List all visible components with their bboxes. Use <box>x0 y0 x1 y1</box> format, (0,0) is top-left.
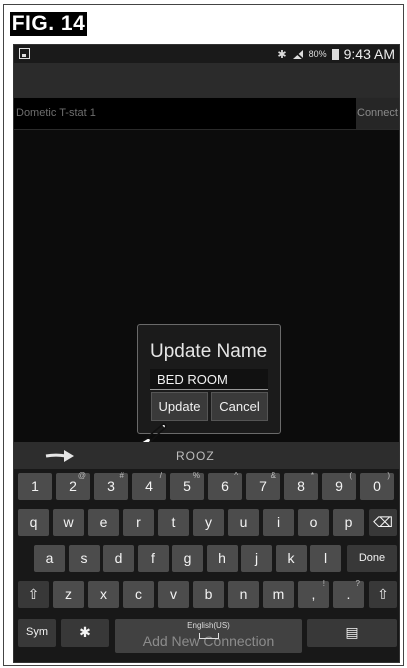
battery-percent: 80% <box>308 49 327 59</box>
app-bar <box>14 63 399 97</box>
key-j[interactable]: j <box>241 545 272 572</box>
figure-label: FIG. 14 <box>10 12 87 36</box>
device-name: Dometic T-stat 1 <box>16 107 96 119</box>
key-u[interactable]: u <box>228 509 259 536</box>
key-period[interactable]: .? <box>333 579 364 608</box>
key-5[interactable]: 5% <box>170 471 204 500</box>
key-p[interactable]: p <box>333 509 364 536</box>
key-k[interactable]: k <box>275 545 307 572</box>
clipboard-key[interactable]: ▤ <box>307 619 397 647</box>
key-y[interactable]: y <box>193 509 224 536</box>
space-key[interactable]: English(US) Add New Connection <box>115 619 302 653</box>
key-2[interactable]: 2 @ <box>56 471 90 500</box>
space-language: English(US) <box>187 621 230 630</box>
key-r[interactable]: r <box>123 509 154 536</box>
shift-icon: ⇧ <box>27 586 40 602</box>
battery-icon <box>331 48 339 60</box>
key-4[interactable]: 4/ <box>132 471 166 500</box>
key-m[interactable]: m <box>263 581 294 608</box>
key-1[interactable]: 1 <box>18 473 52 500</box>
key-s[interactable]: s <box>68 545 100 572</box>
status-bar-right: ✱ 80% 9:43 AM <box>277 46 395 62</box>
key-i[interactable]: i <box>263 509 294 536</box>
key-6[interactable]: 6 ^ <box>208 471 242 500</box>
device-list-row[interactable]: Dometic T-stat 1 Connect <box>14 97 399 130</box>
key-c[interactable]: c <box>123 581 154 608</box>
key-0[interactable]: 0) <box>360 471 394 500</box>
signal-muted-icon <box>292 48 304 60</box>
key-comma[interactable]: ,! <box>298 579 329 608</box>
key-l[interactable]: l <box>310 545 341 572</box>
name-input[interactable]: BED ROOM <box>150 369 268 390</box>
key-n[interactable]: n <box>228 581 259 608</box>
backspace-key[interactable]: ⌫ <box>369 509 397 536</box>
cancel-button[interactable]: Cancel <box>211 392 268 421</box>
settings-key[interactable]: ✱ <box>61 619 109 647</box>
key-h[interactable]: h <box>206 545 238 572</box>
key-d[interactable]: d <box>103 545 134 572</box>
key-x[interactable]: x <box>88 581 119 608</box>
key-g[interactable]: g <box>172 545 203 572</box>
key-z[interactable]: z <box>53 581 84 608</box>
key-t[interactable]: t <box>158 509 189 536</box>
shift-left-key[interactable]: ⇧ <box>18 581 49 608</box>
bluetooth-icon: ✱ <box>277 48 287 61</box>
done-key[interactable]: Done <box>347 545 397 572</box>
key-b[interactable]: b <box>193 581 224 608</box>
key-f[interactable]: f <box>137 545 169 572</box>
key-8[interactable]: 8 * <box>284 471 318 500</box>
connect-button[interactable]: Connect <box>356 98 399 129</box>
gear-icon: ✱ <box>79 624 91 640</box>
key-q[interactable]: q <box>18 509 49 536</box>
suggestion-word[interactable]: ROOZ <box>176 449 215 463</box>
arrow-right-icon[interactable] <box>44 447 76 465</box>
keyboard: 1 2 @ 3 # 4/ 5% 6 ^ 7 & 8 * 9( 0) q w e r t y… <box>14 469 399 662</box>
shift-icon: ⇧ <box>377 586 389 602</box>
dialog-title: Update Name <box>150 341 268 362</box>
gallery-notification-icon <box>19 48 30 59</box>
clipboard-icon: ▤ <box>345 624 359 640</box>
status-bar: ✱ 80% 9:43 AM <box>14 45 399 63</box>
key-7[interactable]: 7 & <box>246 471 280 500</box>
key-9[interactable]: 9( <box>322 471 356 500</box>
key-o[interactable]: o <box>298 509 329 536</box>
key-a[interactable]: a <box>34 545 65 572</box>
key-v[interactable]: v <box>158 581 189 608</box>
clock: 9:43 AM <box>343 46 395 62</box>
backspace-icon: ⌫ <box>373 514 393 530</box>
shift-right-key[interactable]: ⇧ <box>369 581 397 608</box>
key-e[interactable]: e <box>88 509 119 536</box>
space-bar-icon <box>199 633 219 639</box>
key-3[interactable]: 3 # <box>94 471 128 500</box>
sym-key[interactable]: Sym <box>18 619 56 647</box>
key-w[interactable]: w <box>53 509 84 536</box>
suggestion-bar: ROOZ <box>14 442 399 469</box>
phone-screen: ✱ 80% 9:43 AM Dometic T-stat 1 Connect U… <box>13 44 400 663</box>
